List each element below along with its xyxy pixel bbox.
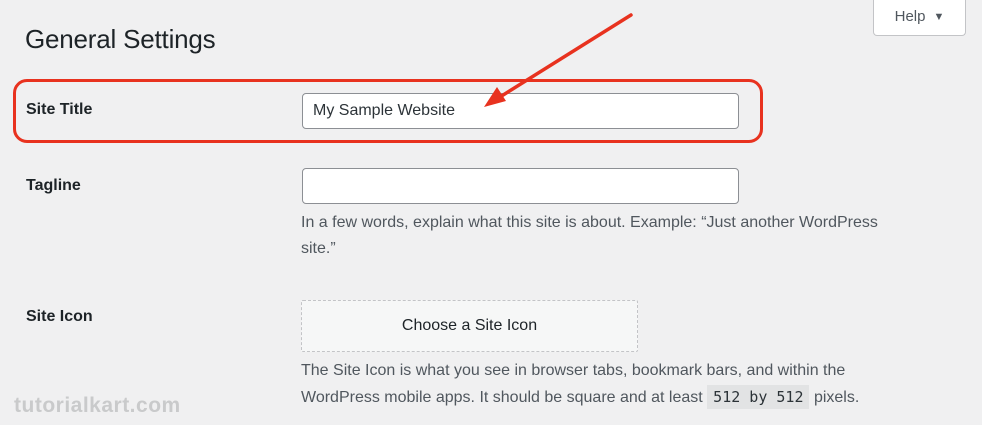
site-icon-size-code: 512 by 512 <box>707 385 810 409</box>
site-icon-description: The Site Icon is what you see in browser… <box>301 358 966 411</box>
help-label: Help <box>894 8 926 25</box>
general-settings-page: General Settings Help ▼ Site Title Tagli… <box>0 0 982 425</box>
tagline-label: Tagline <box>26 177 81 194</box>
site-title-label: Site Title <box>26 101 93 118</box>
site-icon-description-line2-after: pixels. <box>813 389 860 406</box>
choose-site-icon-button[interactable]: Choose a Site Icon <box>301 300 638 352</box>
tagline-description-line2: site.” <box>301 240 336 257</box>
tagline-description-line1: In a few words, explain what this site i… <box>301 214 878 231</box>
site-icon-label: Site Icon <box>26 308 93 325</box>
site-icon-description-line2-before: WordPress mobile apps. It should be squa… <box>301 389 703 406</box>
site-icon-description-line1: The Site Icon is what you see in browser… <box>301 362 846 379</box>
choose-site-icon-label: Choose a Site Icon <box>401 317 538 334</box>
page-title: General Settings <box>25 24 216 54</box>
site-title-input[interactable] <box>302 93 739 129</box>
tagline-input[interactable] <box>302 168 739 204</box>
watermark-logo: tutorialkart.com <box>14 394 181 417</box>
help-tab-button[interactable]: Help ▼ <box>873 0 966 36</box>
caret-down-icon: ▼ <box>933 10 945 23</box>
tagline-description: In a few words, explain what this site i… <box>301 210 966 262</box>
